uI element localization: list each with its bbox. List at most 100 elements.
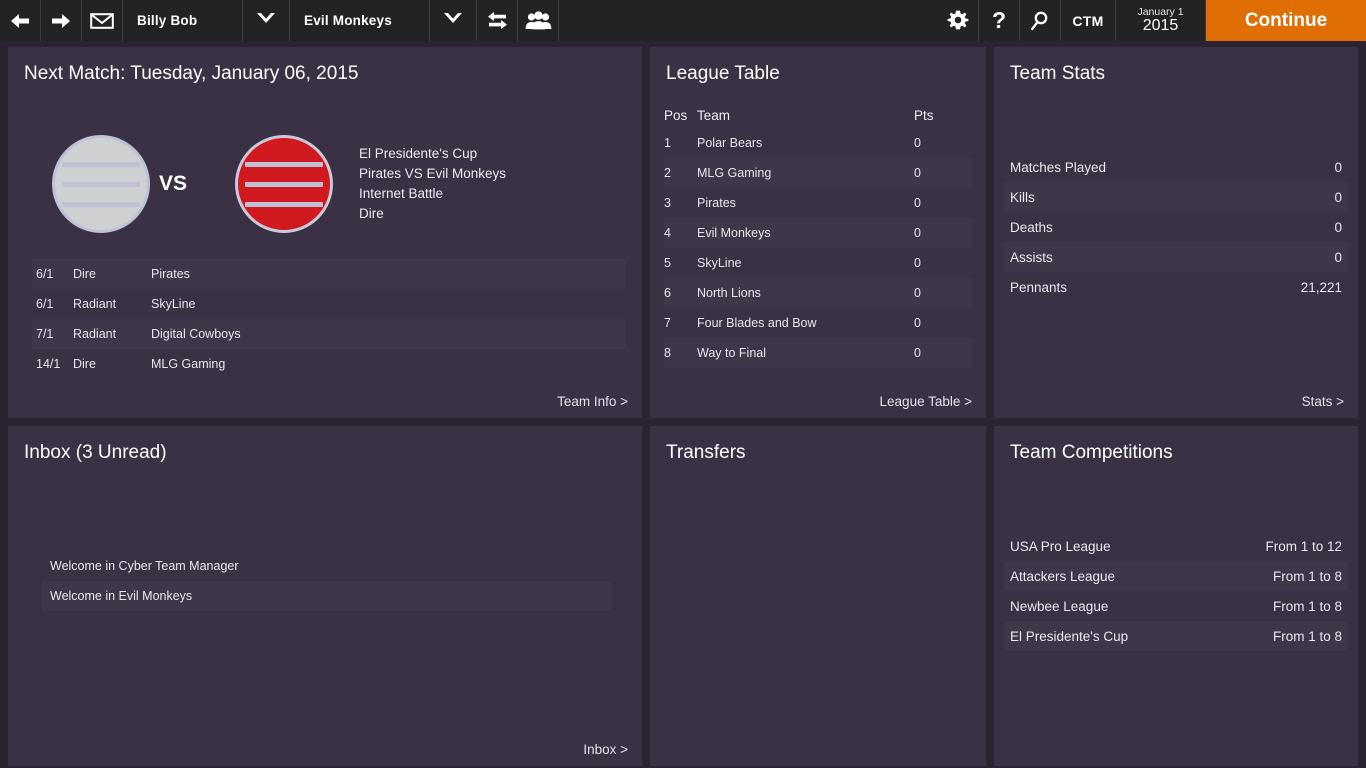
league-table-panel: League Table Pos Team Pts 1 Polar Bears …	[650, 47, 986, 418]
date-year-label: 2015	[1142, 16, 1179, 34]
ctm-label: CTM	[1072, 12, 1104, 29]
odds-row[interactable]: 7/1 Radiant Digital Cowboys	[32, 319, 626, 349]
list-item[interactable]: El Presidente's Cup From 1 to 8	[1004, 621, 1348, 651]
arrow-left-icon	[7, 11, 33, 31]
team-name-button[interactable]: Evil Monkeys	[290, 0, 430, 41]
list-item[interactable]: Welcome in Cyber Team Manager	[42, 551, 612, 581]
stat-label: Kills	[1010, 189, 1035, 205]
stats-link[interactable]: Stats >	[1302, 394, 1344, 409]
message-subject: Welcome in Evil Monkeys	[50, 589, 193, 603]
settings-button[interactable]	[938, 0, 979, 41]
next-match-title: Next Match: Tuesday, January 06, 2015	[24, 63, 359, 84]
home-team-logo[interactable]	[52, 135, 150, 233]
odds-value: 7/1	[36, 327, 54, 341]
odds-team: Digital Cowboys	[151, 327, 241, 341]
table-row[interactable]: 5 SkyLine 0	[664, 248, 972, 278]
chevron-down-icon	[255, 11, 277, 30]
logo-stripe	[62, 181, 140, 187]
row-team: Pirates	[697, 196, 736, 210]
inbox-button[interactable]	[82, 0, 123, 41]
ctm-logo-button[interactable]: CTM	[1061, 0, 1116, 41]
row-team: MLG Gaming	[697, 166, 772, 180]
away-team-logo[interactable]	[235, 135, 333, 233]
odds-value: 14/1	[36, 357, 61, 371]
list-item[interactable]: Newbee League From 1 to 8	[1004, 591, 1348, 621]
team-competitions-title: Team Competitions	[1010, 442, 1173, 463]
competition-range: From 1 to 8	[1272, 568, 1342, 584]
chevron-down-icon	[442, 11, 464, 30]
message-subject: Welcome in Cyber Team Manager	[50, 559, 239, 573]
table-row[interactable]: 1 Polar Bears 0	[664, 128, 972, 158]
team-competitions-list: USA Pro League From 1 to 12 Attackers Le…	[1004, 531, 1348, 651]
table-row[interactable]: 8 Way to Final 0	[664, 338, 972, 368]
inbox-link[interactable]: Inbox >	[583, 742, 628, 757]
row-pts: 0	[914, 196, 921, 210]
row-team: Way to Final	[697, 346, 767, 360]
team-info-link[interactable]: Team Info >	[557, 394, 628, 409]
search-button[interactable]	[1020, 0, 1061, 41]
odds-row[interactable]: 14/1 Dire MLG Gaming	[32, 349, 626, 379]
people-group-icon	[525, 10, 552, 31]
row-pts: 0	[914, 346, 921, 360]
odds-table: 6/1 Dire Pirates 6/1 Radiant SkyLine 7/1…	[32, 259, 626, 379]
table-row[interactable]: 4 Evil Monkeys 0	[664, 218, 972, 248]
competition-range: From 1 to 8	[1272, 628, 1342, 644]
table-row[interactable]: 7 Four Blades and Bow 0	[664, 308, 972, 338]
header-pos: Pos	[664, 108, 688, 123]
odds-team: Pirates	[151, 267, 190, 281]
row-pos: 8	[664, 346, 671, 360]
odds-side: Radiant	[73, 297, 117, 311]
odds-row[interactable]: 6/1 Radiant SkyLine	[32, 289, 626, 319]
row-team: Evil Monkeys	[697, 226, 771, 240]
manager-name-label: Billy Bob	[137, 13, 198, 28]
logo-stripe	[62, 201, 140, 207]
list-item[interactable]: Attackers League From 1 to 8	[1004, 561, 1348, 591]
list-item[interactable]: Welcome in Evil Monkeys	[42, 581, 612, 611]
help-button[interactable]: ?	[979, 0, 1020, 41]
back-button[interactable]	[0, 0, 41, 41]
logo-stripe	[245, 161, 323, 167]
stat-value: 0	[1334, 159, 1342, 175]
match-competition: El Presidente's Cup	[359, 146, 478, 161]
table-row[interactable]: 3 Pirates 0	[664, 188, 972, 218]
swap-arrows-icon	[485, 10, 510, 31]
date-day-label: January 1	[1137, 5, 1184, 18]
transfers-title: Transfers	[666, 442, 746, 463]
table-row[interactable]: 6 North Lions 0	[664, 278, 972, 308]
match-type: Internet Battle	[359, 186, 444, 201]
league-table-link[interactable]: League Table >	[880, 394, 972, 409]
list-item: Kills 0	[1004, 182, 1348, 212]
row-pos: 1	[664, 136, 671, 150]
continue-button[interactable]: Continue	[1206, 0, 1366, 41]
manager-name-button[interactable]: Billy Bob	[123, 0, 243, 41]
row-pts: 0	[914, 226, 921, 240]
row-team: Four Blades and Bow	[697, 316, 817, 330]
row-pts: 0	[914, 166, 921, 180]
table-row[interactable]: 2 MLG Gaming 0	[664, 158, 972, 188]
league-standings-table: Pos Team Pts 1 Polar Bears 0 2 MLG Gamin…	[664, 103, 972, 368]
inbox-title: Inbox (3 Unread)	[24, 442, 167, 463]
odds-team: SkyLine	[151, 297, 196, 311]
versus-label: VS	[158, 172, 187, 195]
odds-row[interactable]: 6/1 Dire Pirates	[32, 259, 626, 289]
logo-stripe	[245, 201, 323, 207]
squad-button[interactable]	[518, 0, 559, 41]
odds-team: MLG Gaming	[151, 357, 226, 371]
odds-side: Dire	[73, 267, 96, 281]
stat-value: 21,221	[1300, 279, 1342, 295]
competition-label: Newbee League	[1010, 598, 1109, 614]
team-competitions-panel: Team Competitions USA Pro League From 1 …	[994, 426, 1358, 766]
league-table-header: Pos Team Pts	[664, 103, 972, 128]
row-pos: 5	[664, 256, 671, 270]
team-dropdown-button[interactable]	[430, 0, 477, 41]
current-date: January 1 2015	[1116, 0, 1206, 41]
manager-dropdown-button[interactable]	[243, 0, 290, 41]
transfers-button[interactable]	[477, 0, 518, 41]
row-pos: 6	[664, 286, 671, 300]
forward-button[interactable]	[41, 0, 82, 41]
gear-icon	[946, 9, 970, 33]
match-side: Dire	[359, 206, 384, 221]
next-match-panel: Next Match: Tuesday, January 06, 2015 VS…	[8, 47, 642, 418]
list-item[interactable]: USA Pro League From 1 to 12	[1004, 531, 1348, 561]
